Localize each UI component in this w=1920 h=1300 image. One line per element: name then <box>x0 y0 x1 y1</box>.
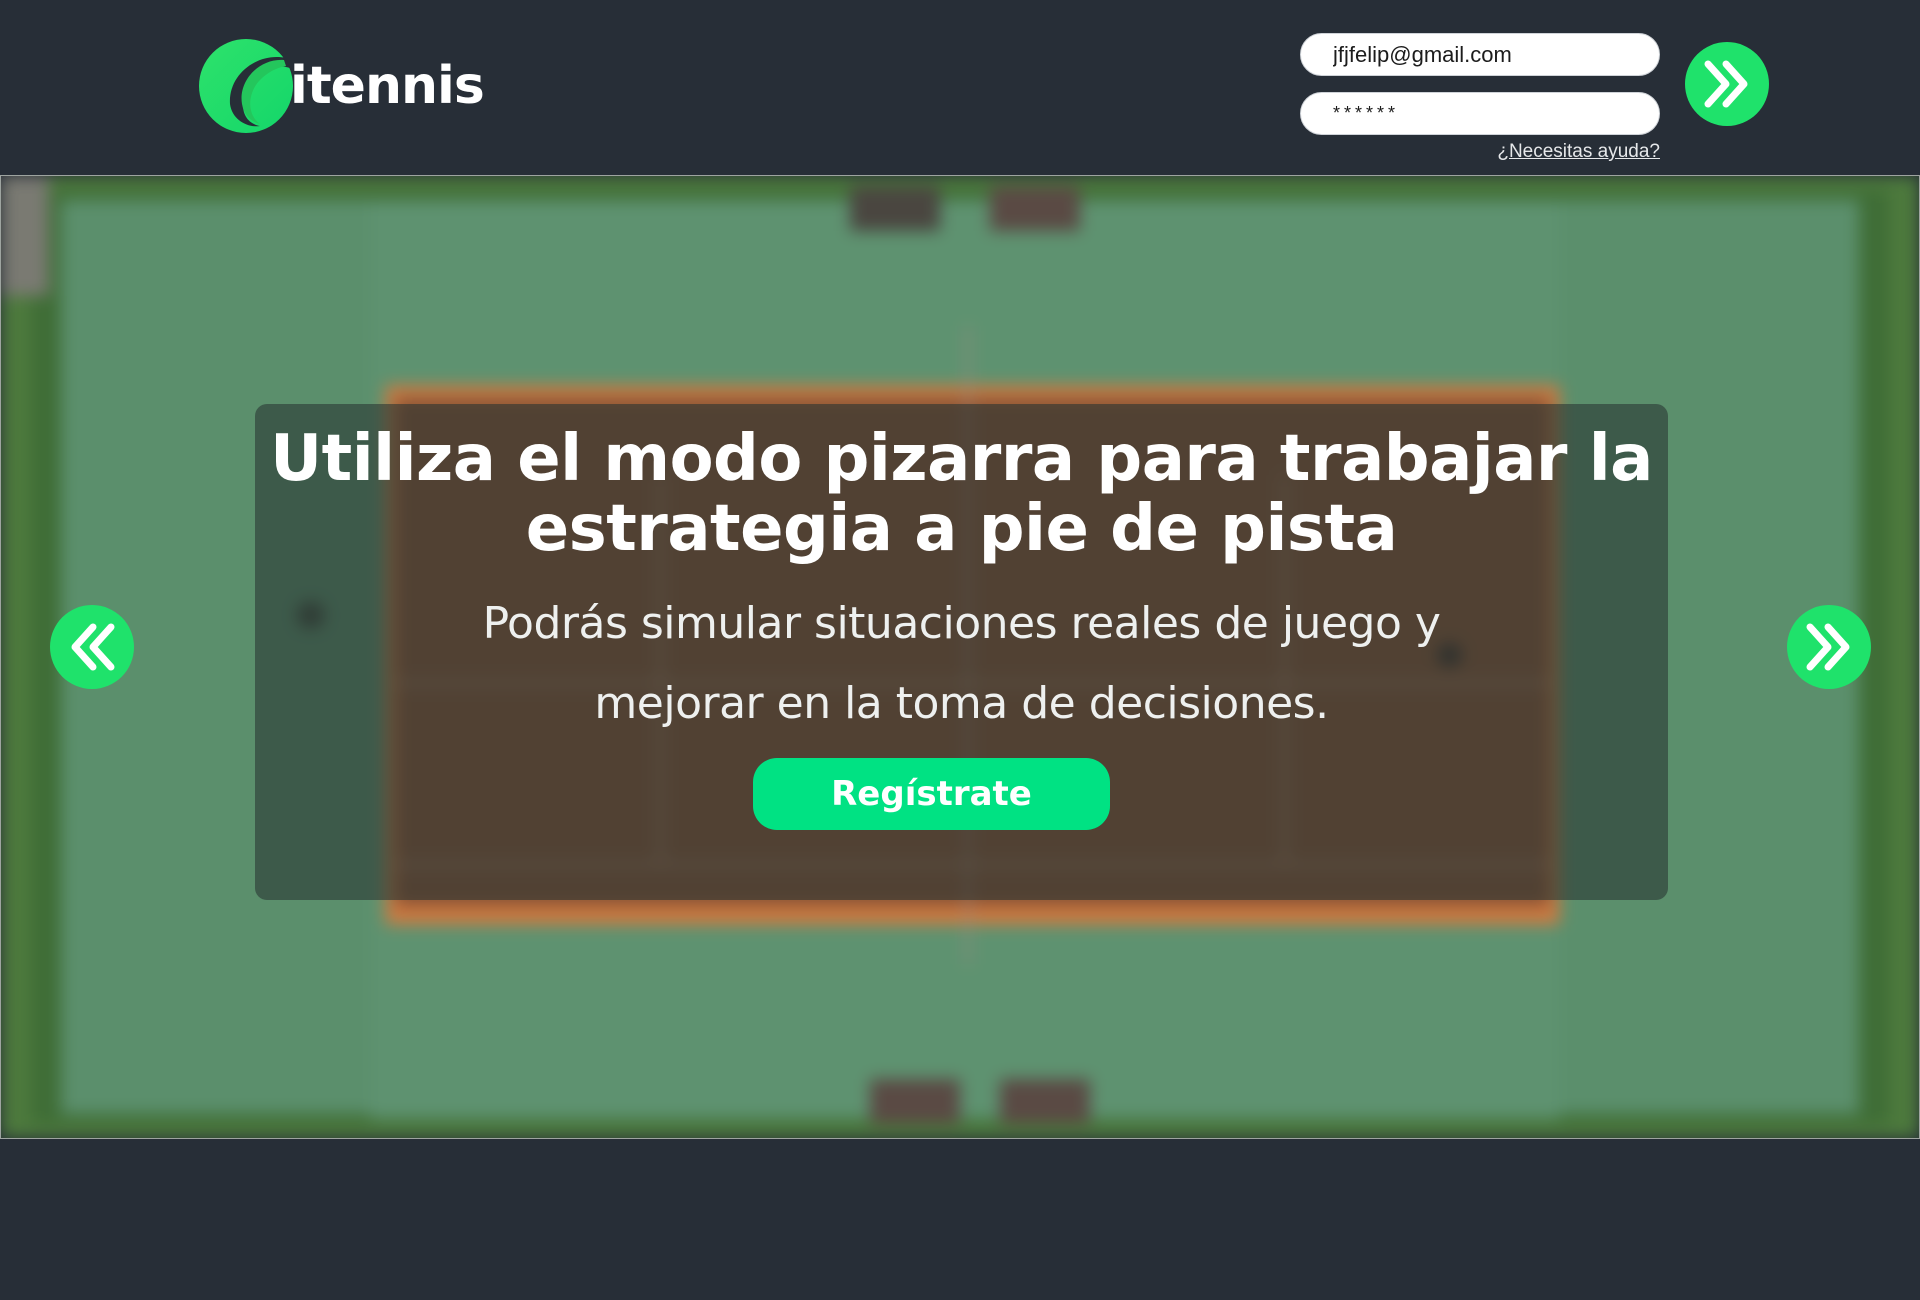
email-field[interactable] <box>1300 33 1660 76</box>
carousel-next-button[interactable] <box>1787 605 1871 689</box>
hero-content-panel: Utiliza el modo pizarra para trabajar la… <box>255 404 1668 900</box>
hero-title: Utiliza el modo pizarra para trabajar la… <box>270 422 1653 566</box>
hero-subtitle: Podrás simular situaciones reales de jue… <box>255 584 1668 744</box>
help-link[interactable]: ¿Necesitas ayuda? <box>1300 141 1660 163</box>
carousel-prev-button[interactable] <box>50 605 134 689</box>
double-chevron-left-icon <box>71 623 115 671</box>
password-field[interactable] <box>1300 92 1660 135</box>
logo-wordmark: itennis <box>290 56 485 116</box>
tennis-ball-logo-icon <box>199 39 293 133</box>
hero-carousel: Utiliza el modo pizarra para trabajar la… <box>0 175 1920 1139</box>
login-submit-button[interactable] <box>1685 42 1769 126</box>
top-header: itennis ¿Necesitas ayuda? <box>0 0 1920 175</box>
itennis-logo[interactable]: itennis <box>198 38 485 134</box>
login-form: ¿Necesitas ayuda? <box>1300 33 1660 163</box>
double-chevron-right-icon <box>1704 60 1748 108</box>
hero-subtitle-line-1: Podrás simular situaciones reales de jue… <box>482 598 1441 649</box>
double-chevron-right-icon <box>1806 623 1850 671</box>
register-button[interactable]: Regístrate <box>753 758 1110 830</box>
hero-subtitle-line-2: mejorar en la toma de decisiones. <box>594 678 1329 729</box>
bottom-band <box>0 1139 1920 1300</box>
